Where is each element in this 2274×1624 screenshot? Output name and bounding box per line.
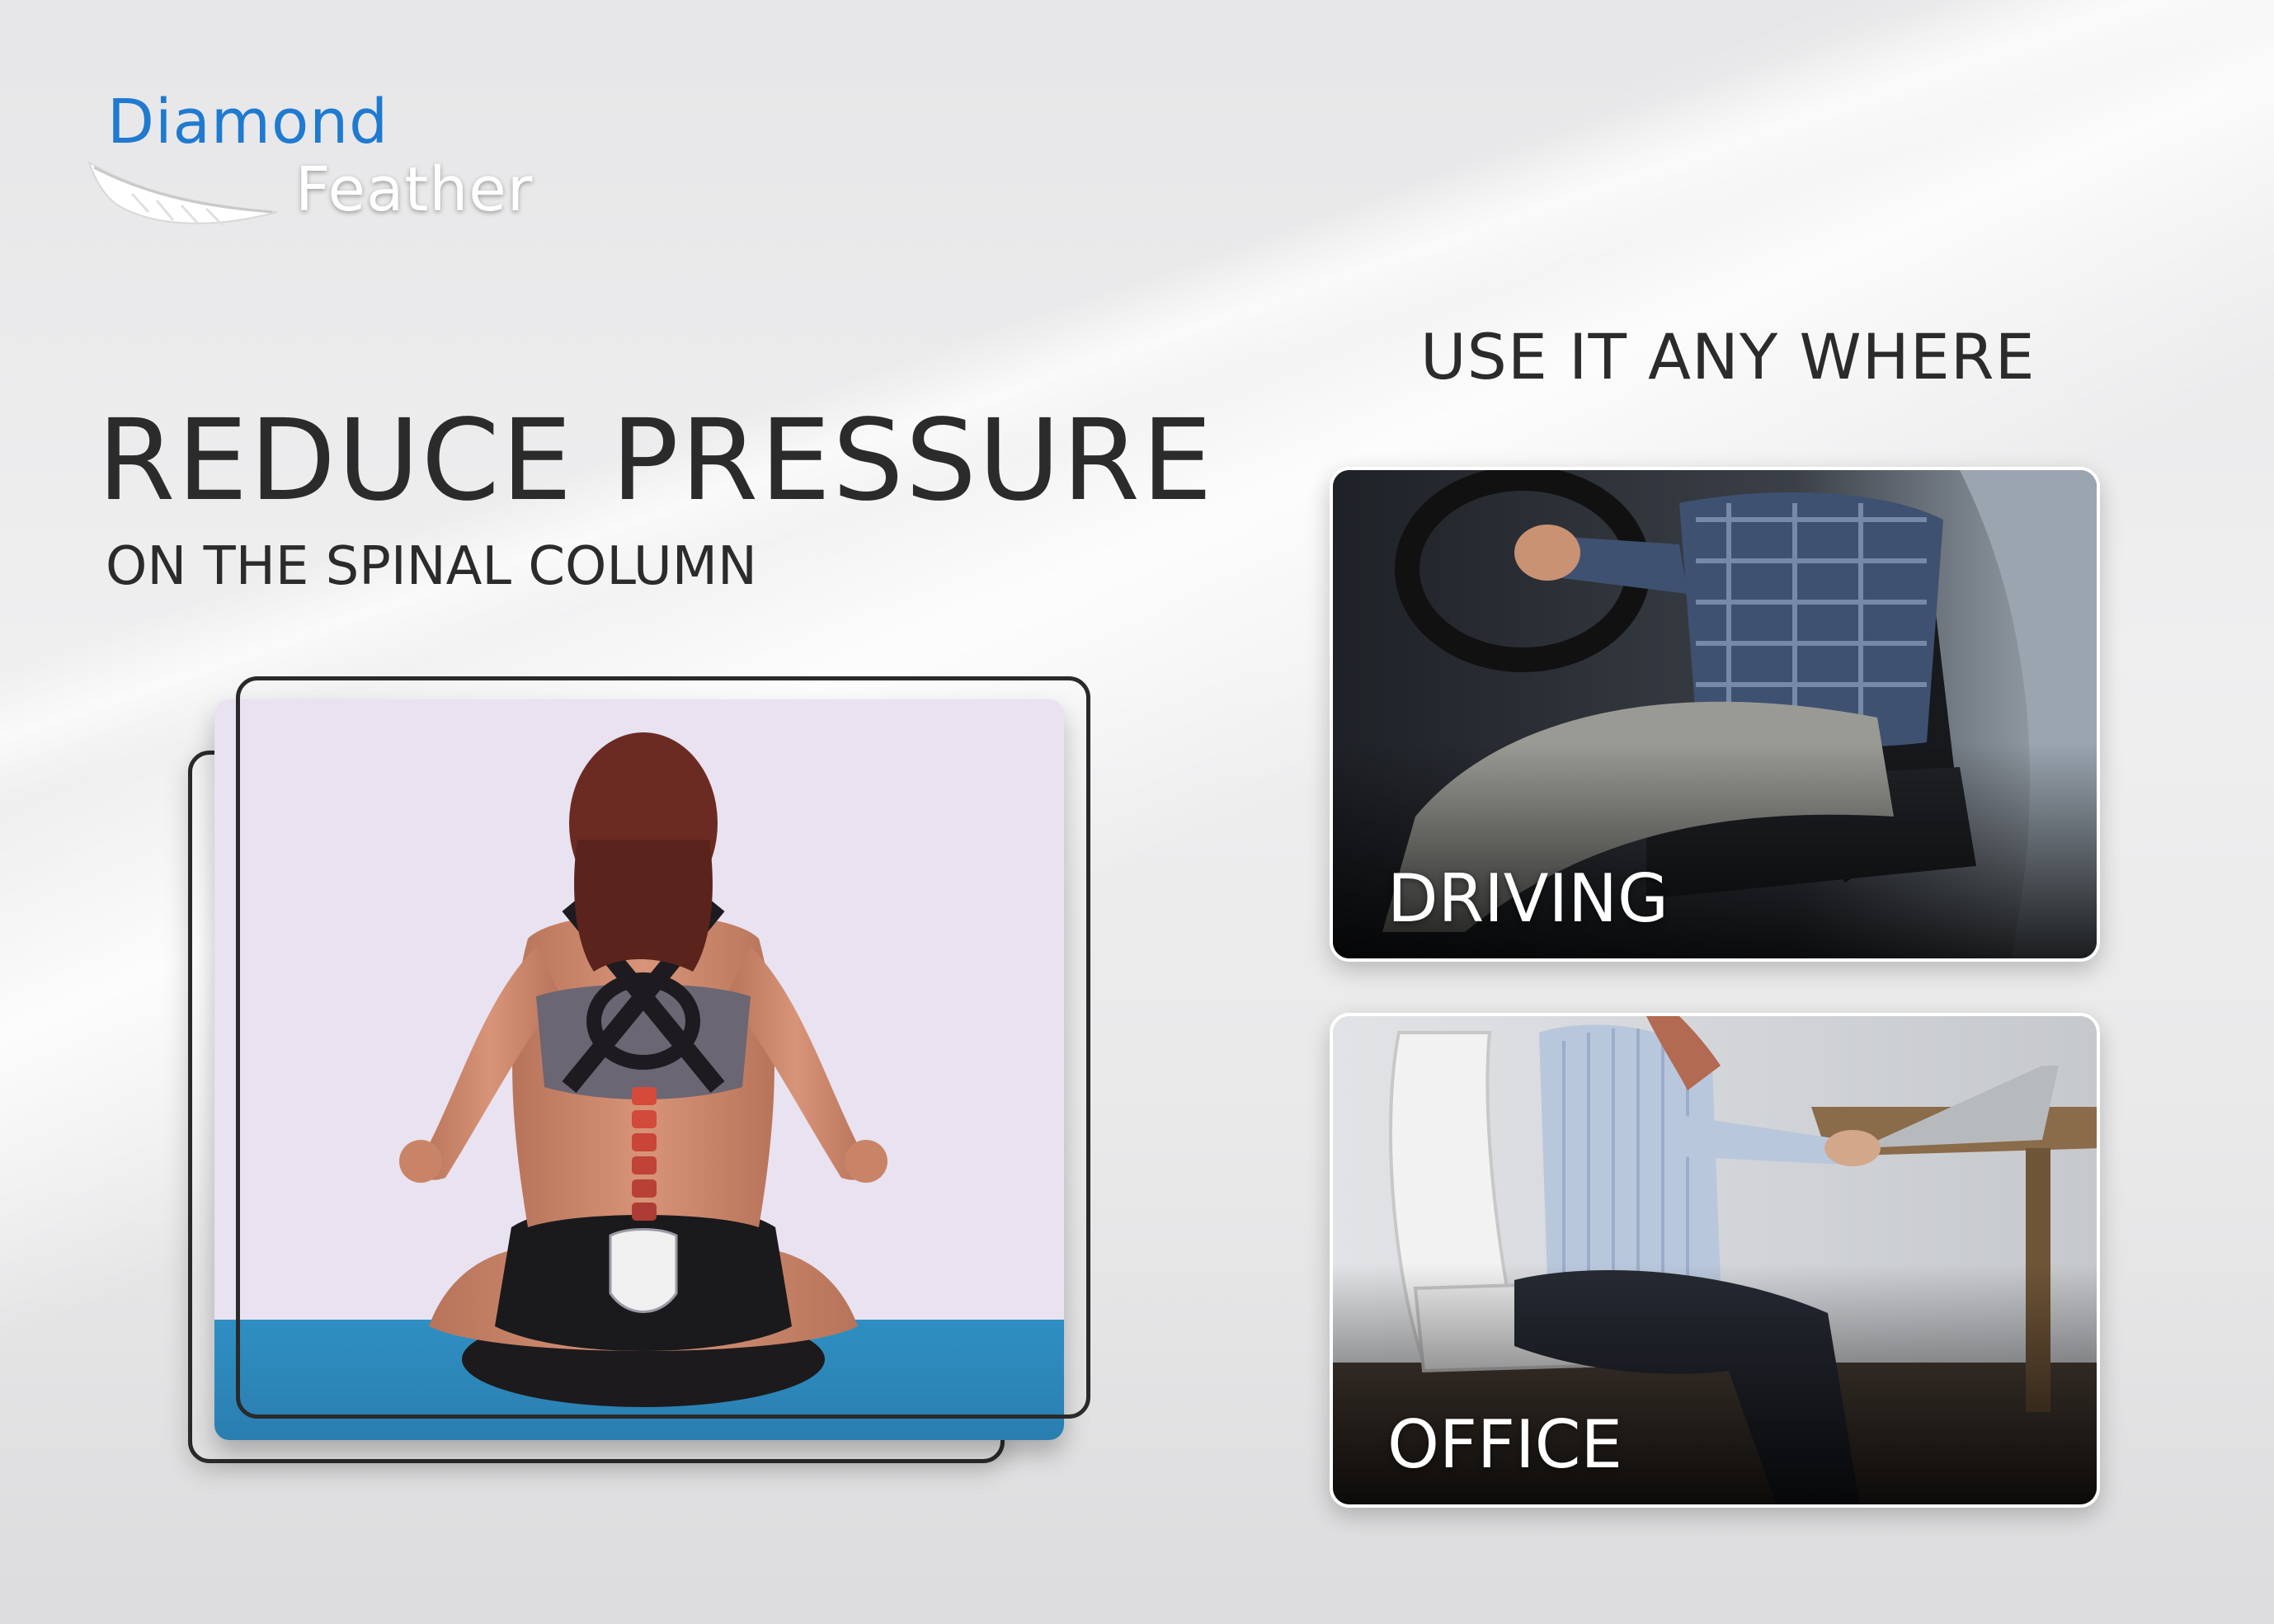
headline: REDUCE PRESSURE [97,396,1214,526]
frame-front [236,676,1090,1419]
brand-logo: Diamond Feather [82,87,577,243]
use-anywhere-title: USE IT ANY WHERE [1420,320,2036,393]
driving-card: DRIVING [1330,467,2100,962]
office-card: OFFICE [1330,1013,2100,1508]
subheadline: ON THE SPINAL COLUMN [106,536,757,597]
logo-word-feather: Feather [295,154,534,225]
feather-icon [87,160,278,227]
logo-word-diamond: Diamond [107,87,389,158]
office-label: OFFICE [1387,1406,1622,1483]
driving-label: DRIVING [1387,860,1669,937]
ad-canvas: Diamond Feather REDUCE PRESSURE ON THE S… [0,0,2274,1624]
